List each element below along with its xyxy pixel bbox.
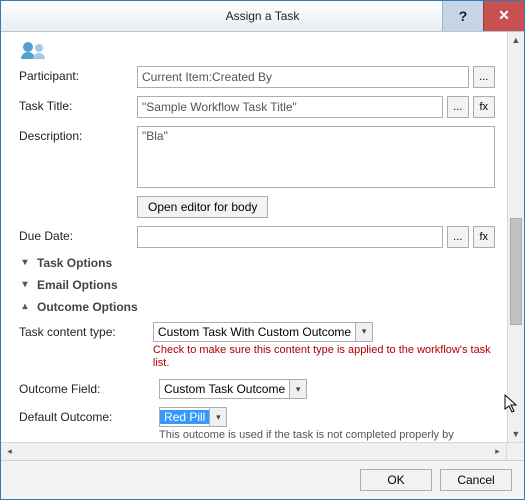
chevron-down-icon: ▾	[19, 279, 31, 290]
due-date-input[interactable]	[137, 226, 443, 248]
description-input[interactable]: "Bla"	[137, 126, 495, 188]
due-date-label: Due Date:	[19, 226, 137, 243]
task-title-row: Task Title: ... fx	[19, 96, 495, 118]
outcome-options-header[interactable]: ▴ Outcome Options	[19, 300, 495, 314]
scroll-track[interactable]	[508, 49, 524, 425]
participant-row: Participant: ...	[19, 66, 495, 88]
scroll-down-icon[interactable]: ▼	[508, 425, 524, 442]
scroll-thumb[interactable]	[510, 218, 522, 325]
task-title-fx-button[interactable]: fx	[473, 96, 495, 118]
outcome-options-title: Outcome Options	[37, 300, 138, 314]
content-type-warning: Check to make sure this content type is …	[153, 344, 495, 372]
horizontal-scrollbar[interactable]: ◂ ▸	[1, 442, 524, 460]
vertical-scrollbar[interactable]: ▲ ▼	[507, 32, 524, 442]
cancel-button[interactable]: Cancel	[440, 469, 512, 491]
default-outcome-value: Red Pill	[160, 410, 209, 424]
default-outcome-dropdown[interactable]: Red Pill ▾	[159, 407, 227, 427]
email-options-header[interactable]: ▾ Email Options	[19, 278, 495, 292]
task-title-label: Task Title:	[19, 96, 137, 113]
close-button[interactable]: ✕	[483, 1, 524, 31]
content-type-value: Custom Task With Custom Outcome	[154, 325, 355, 339]
chevron-down-icon: ▾	[355, 323, 372, 341]
outcome-field-value: Custom Task Outcome	[160, 382, 289, 396]
participant-input[interactable]	[137, 66, 469, 88]
chevron-down-icon: ▾	[209, 408, 226, 426]
dialog-window: Assign a Task ? ✕ Participant:	[0, 0, 525, 500]
help-button[interactable]: ?	[442, 1, 483, 31]
content-type-dropdown[interactable]: Custom Task With Custom Outcome ▾	[153, 322, 373, 342]
content-type-row: Task content type: Custom Task With Cust…	[19, 322, 495, 372]
due-date-fx-button[interactable]: fx	[473, 226, 495, 248]
scroll-track-h[interactable]	[18, 443, 489, 460]
task-options-header[interactable]: ▾ Task Options	[19, 256, 495, 270]
chevron-down-icon: ▾	[289, 380, 306, 398]
open-editor-button[interactable]: Open editor for body	[137, 196, 268, 218]
chevron-down-icon: ▾	[19, 257, 31, 268]
default-outcome-note: This outcome is used if the task is not …	[159, 429, 495, 442]
form-area: Participant: ... Task Title: ... fx Desc…	[1, 32, 507, 442]
scroll-up-icon[interactable]: ▲	[508, 32, 524, 49]
button-bar: OK Cancel	[1, 460, 524, 499]
task-title-input[interactable]	[137, 96, 443, 118]
due-date-browse-button[interactable]: ...	[447, 226, 469, 248]
task-title-browse-button[interactable]: ...	[447, 96, 469, 118]
client-area: Participant: ... Task Title: ... fx Desc…	[1, 32, 524, 442]
content-type-label: Task content type:	[19, 322, 153, 339]
outcome-field-row: Outcome Field: Custom Task Outcome ▾	[19, 379, 495, 399]
open-editor-row: Open editor for body	[137, 196, 495, 218]
participant-label: Participant:	[19, 66, 137, 83]
description-label: Description:	[19, 126, 137, 143]
task-options-title: Task Options	[37, 256, 112, 270]
due-date-row: Due Date: ... fx	[19, 226, 495, 248]
titlebar: Assign a Task ? ✕	[1, 1, 524, 32]
participant-browse-button[interactable]: ...	[473, 66, 495, 88]
description-row: Description: "Bla"	[19, 126, 495, 188]
default-outcome-row: Default Outcome: Red Pill ▾ This outcome…	[19, 407, 495, 442]
scroll-left-icon[interactable]: ◂	[1, 443, 18, 460]
default-outcome-label: Default Outcome:	[19, 407, 159, 424]
assign-task-icon	[19, 40, 49, 60]
email-options-title: Email Options	[37, 278, 118, 292]
scroll-right-icon[interactable]: ▸	[489, 443, 506, 460]
outcome-field-dropdown[interactable]: Custom Task Outcome ▾	[159, 379, 307, 399]
chevron-up-icon: ▴	[19, 301, 31, 312]
close-icon: ✕	[498, 7, 510, 24]
window-controls: ? ✕	[442, 1, 524, 31]
ok-button[interactable]: OK	[360, 469, 432, 491]
outcome-field-label: Outcome Field:	[19, 379, 159, 396]
scroll-sizer	[506, 443, 524, 460]
